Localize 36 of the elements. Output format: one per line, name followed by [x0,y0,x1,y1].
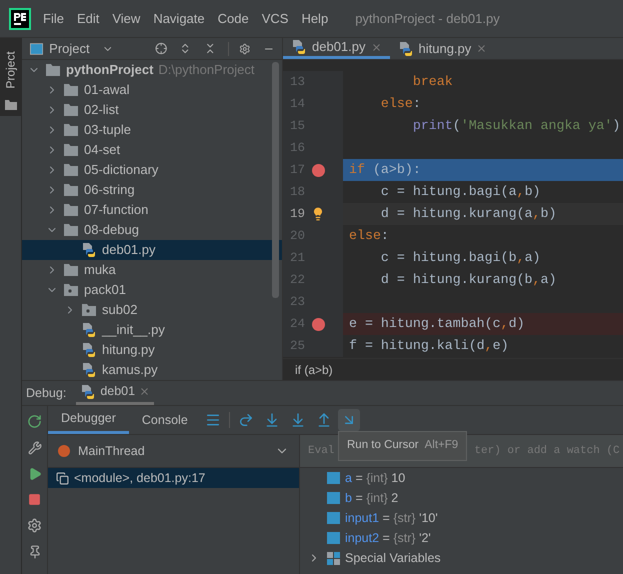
tree-label: sub02 [102,301,138,320]
code-line: c = hitung.bagi(a,b) [380,183,541,202]
code-line: else: [380,95,421,114]
code-line: print('Masukkan angka ya') [412,117,620,136]
code-line: d = hitung.kurang(b,a) [380,271,556,290]
tooltip: Run to Cursor Alt+F9 [338,431,468,461]
tree-label: 08-debug [84,221,139,240]
tree-label: 02-list [84,101,119,120]
code-line: f = hitung.kali(d,e) [349,337,509,356]
tree-label: 05-dictionary [84,161,158,180]
code-line: else: [349,227,389,246]
tree-path: D:\pythonProject [158,61,255,80]
code-line: d = hitung.kurang(a,b) [380,205,556,224]
line-number: 19 [288,206,305,223]
code-line: if (a>b): [349,161,421,180]
variable-text: input2 = {str} '2' [345,530,431,547]
code-line: e = hitung.tambah(c,d) [349,315,525,334]
tree-label: deb01.py [102,241,156,260]
variable-text: b = {int} 2 [345,490,398,507]
tree-label: pack01 [84,281,126,300]
variable-text: input1 = {str} '10' [345,510,438,527]
code-line: c = hitung.bagi(b,a) [380,249,541,268]
tree-label: 01-awal [84,81,130,100]
variable-text: a = {int} 10 [345,470,406,487]
debug-label: Debug: [26,384,66,402]
tree-label: __init__.py [102,321,165,340]
tree-label: pythonProject [66,61,154,80]
tree-label: 04-set [84,141,120,160]
tree-label: 07-function [84,201,148,220]
code-line: break [412,73,453,92]
tree-label: muka [84,261,116,280]
tree-label: hitung.py [102,341,155,360]
tree-label: 06-string [84,181,135,200]
tree-label: kamus.py [102,361,158,380]
window-title: pythonProject - deb01.py [355,10,500,28]
tree-label: 03-tuple [84,121,131,140]
